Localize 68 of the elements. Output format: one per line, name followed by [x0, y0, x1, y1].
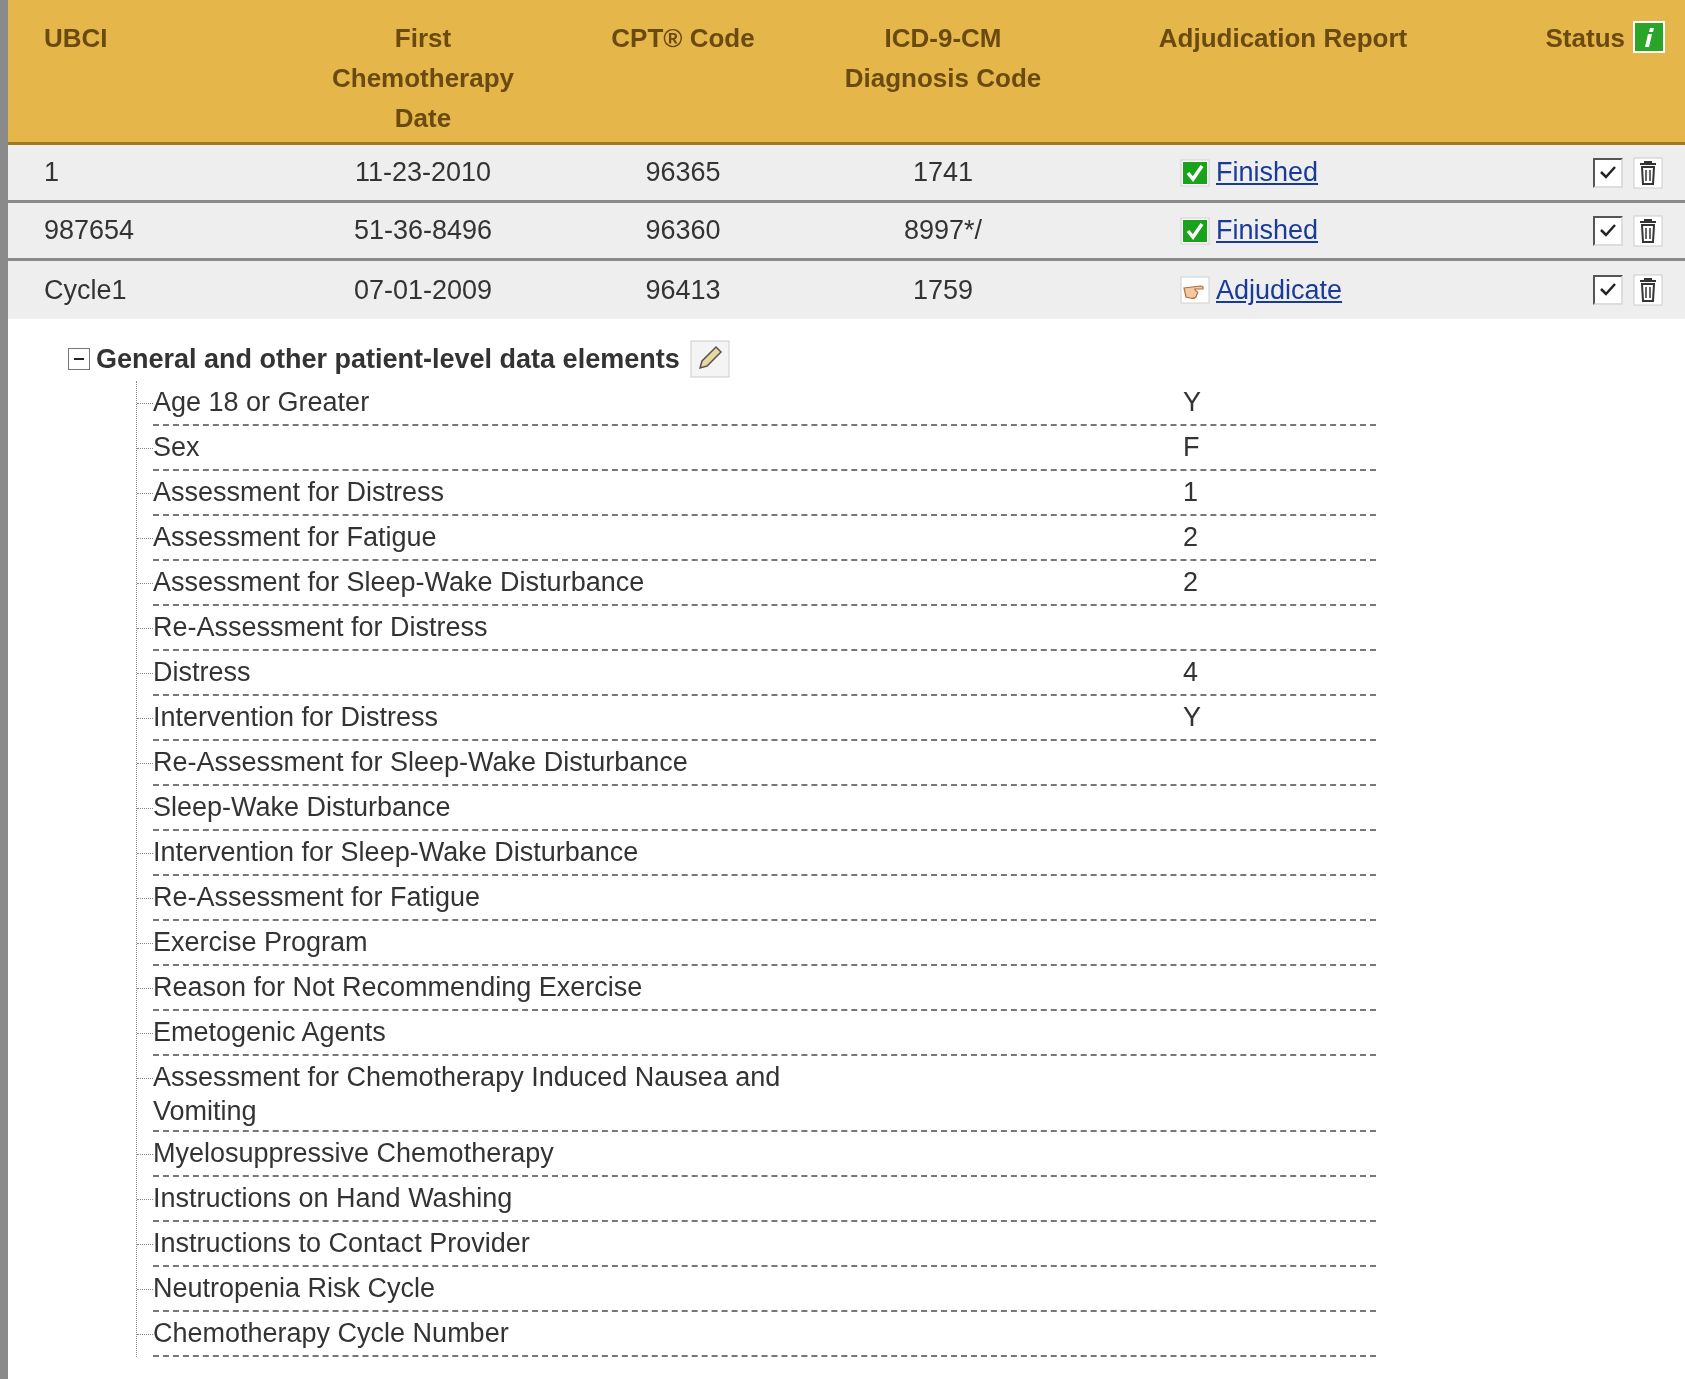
pencil-icon[interactable]	[689, 340, 730, 378]
column-header[interactable]: Status	[1545, 18, 1625, 58]
field-value: Y	[1183, 701, 1201, 734]
field-value: Y	[1183, 386, 1201, 419]
table-row[interactable]: 1 11-23-2010 96365 1741 Finished	[8, 145, 1685, 203]
field-label: Chemotherapy Cycle Number	[153, 1317, 510, 1350]
table-cell: 96365	[645, 157, 721, 188]
field-label: Neutropenia Risk Cycle	[153, 1272, 437, 1305]
field-label: Intervention for Distress	[153, 701, 440, 734]
field-label: Assessment for Chemotherapy Induced Nausea and Vomiting	[153, 1061, 782, 1128]
trash-icon[interactable]	[1633, 214, 1663, 247]
report-link[interactable]: Finished	[1216, 210, 1319, 251]
column-header[interactable]: ICD-9-CM Diagnosis Code	[828, 18, 1058, 98]
checkbox[interactable]	[1593, 157, 1623, 188]
field-label: Exercise Program	[153, 926, 369, 959]
field-label: Sex	[153, 431, 201, 464]
tick-icon	[1598, 164, 1618, 181]
field-label: Assessment for Sleep-Wake Disturbance	[153, 566, 646, 599]
table-cell: Cycle1	[44, 274, 127, 305]
check-icon	[1180, 158, 1210, 187]
field-label: Re-Assessment for Distress	[153, 611, 489, 644]
table-cell: 987654	[44, 215, 135, 246]
column-header[interactable]: CPT® Code	[611, 18, 755, 58]
table-cell: 1	[44, 157, 60, 188]
tick-icon	[1598, 282, 1618, 298]
field-label: Myelosuppressive Chemotherapy	[153, 1137, 555, 1170]
field-label: Assessment for Fatigue	[153, 521, 438, 554]
field-label: Re-Assessment for Fatigue	[153, 881, 482, 914]
field-label: Emetogenic Agents	[153, 1016, 387, 1049]
table-cell: 8997*/	[903, 215, 983, 246]
field-label: Assessment for Distress	[153, 476, 446, 509]
column-header[interactable]: UBCI	[44, 18, 108, 58]
checkbox[interactable]	[1593, 275, 1623, 305]
table-row[interactable]: Cycle1 07-01-2009 96413 1759 Adjudicate	[8, 261, 1685, 319]
field-label: Instructions to Contact Provider	[153, 1227, 531, 1260]
table-cell: 11-23-2010	[354, 157, 492, 188]
field-value: F	[1183, 431, 1200, 464]
column-header[interactable]: Adjudication Report	[1158, 18, 1408, 58]
field-label: Distress	[153, 656, 252, 689]
field-label: Intervention for Sleep-Wake Disturbance	[153, 836, 640, 869]
trash-icon[interactable]	[1633, 156, 1663, 189]
collapse-toggle[interactable]	[68, 348, 90, 370]
field-value: 4	[1183, 656, 1199, 689]
table-cell: 1759	[912, 274, 974, 305]
field-label: Sleep-Wake Disturbance	[153, 791, 452, 824]
column-header[interactable]: First Chemotherapy Date	[308, 18, 538, 138]
field-label: Re-Assessment for Sleep-Wake Disturbance	[153, 746, 689, 779]
trash-icon[interactable]	[1633, 274, 1663, 306]
check-icon	[1180, 216, 1210, 245]
tick-icon	[1598, 222, 1618, 239]
pointing-hand-icon	[1180, 276, 1210, 304]
field-label: Reason for Not Recommending Exercise	[153, 971, 644, 1004]
table-cell: 07-01-2009	[353, 274, 493, 305]
report-link[interactable]: Adjudicate	[1216, 269, 1343, 311]
field-label: Age 18 or Greater	[153, 386, 371, 419]
table-row[interactable]: 987654 51-36-8496 96360 8997*/ Finished	[8, 203, 1685, 261]
table-cell: 96413	[645, 274, 721, 305]
report-link[interactable]: Finished	[1216, 152, 1319, 193]
checkbox[interactable]	[1593, 215, 1623, 246]
field-label: Instructions on Hand Washing	[153, 1182, 514, 1215]
info-icon[interactable]	[1633, 21, 1665, 53]
table-cell: 51-36-8496	[353, 215, 493, 246]
group-title: General and other patient-level data elements	[96, 342, 680, 376]
table-cell: 96360	[645, 215, 721, 246]
table-cell: 1741	[912, 157, 974, 188]
field-value: 1	[1183, 476, 1199, 509]
field-value: 2	[1183, 566, 1199, 599]
field-value: 2	[1183, 521, 1199, 554]
